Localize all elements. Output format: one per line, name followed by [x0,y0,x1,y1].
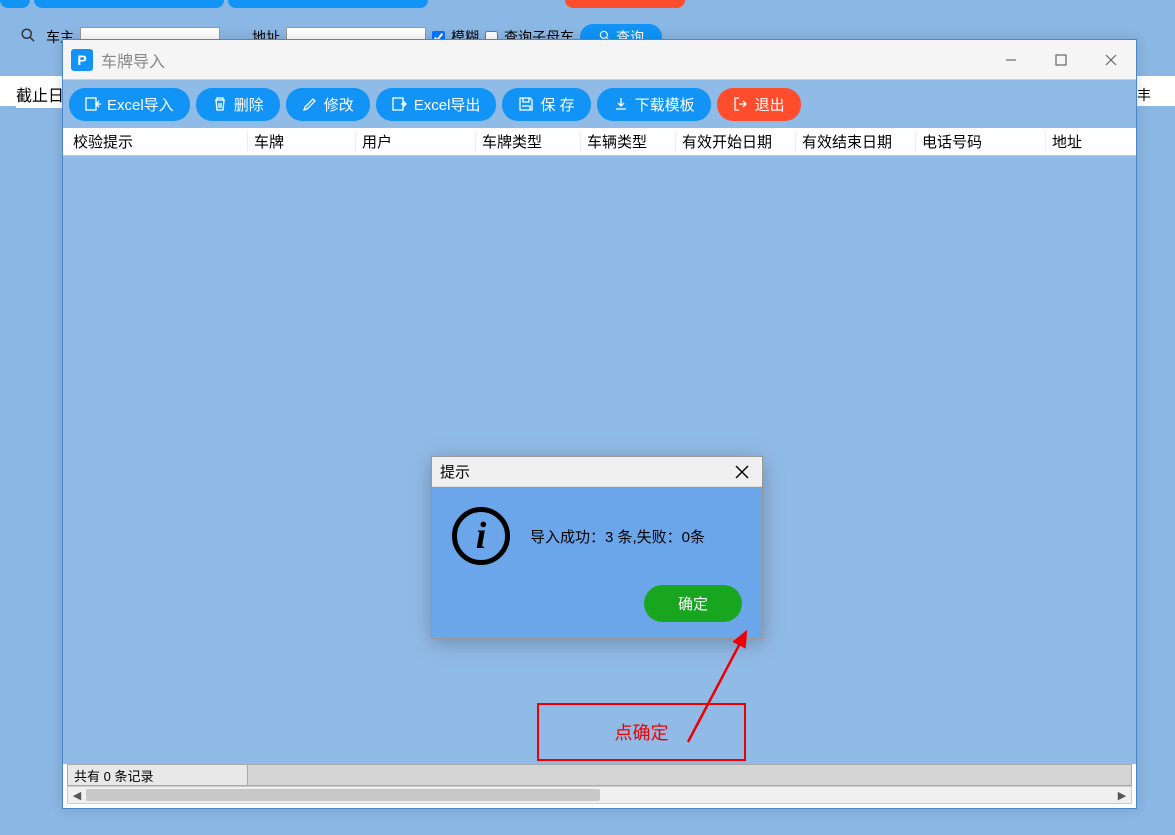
prompt-message: 导入成功：3 条,失败：0条 [530,526,705,547]
excel-export-button[interactable]: Excel导出 [376,88,497,121]
modify-label: 修改 [324,94,354,115]
trash-icon [212,96,228,112]
exit-label: 退出 [755,94,785,115]
prompt-close-button[interactable] [730,460,754,484]
horizontal-scrollbar[interactable]: ◀ ▶ [67,786,1132,804]
excel-export-label: Excel导出 [414,94,481,115]
th-user: 用户 [356,131,476,152]
delete-button[interactable]: 删除 [196,88,280,121]
import-icon [85,96,101,112]
prompt-titlebar: 提示 [432,457,762,487]
prompt-dialog: 提示 i 导入成功：3 条,失败：0条 确定 [431,456,763,639]
exit-icon [733,96,749,112]
search-icon [20,27,40,47]
scroll-thumb[interactable] [86,789,600,801]
exit-button[interactable]: 退出 [717,88,801,121]
scroll-track[interactable] [86,787,1113,803]
scroll-left-arrow[interactable]: ◀ [68,786,86,804]
scroll-right-arrow[interactable]: ▶ [1113,786,1131,804]
save-icon [518,96,534,112]
maximize-button[interactable] [1036,40,1086,80]
dialog-titlebar: P 车牌导入 [63,40,1136,80]
table-header: 校验提示 车牌 用户 车牌类型 车辆类型 有效开始日期 有效结束日期 电话号码 … [63,128,1136,156]
table-body: 提示 i 导入成功：3 条,失败：0条 确定 [63,156,1136,764]
bg-right-marker: 丰 [1137,85,1151,105]
th-address: 地址 [1046,131,1126,152]
edit-icon [302,96,318,112]
th-plate-type: 车牌类型 [476,131,581,152]
annotation-box: 点确定 [537,703,746,761]
info-icon: i [452,507,510,565]
ok-button[interactable]: 确定 [644,585,742,622]
delete-label: 删除 [234,94,264,115]
download-template-button[interactable]: 下载模板 [597,88,711,121]
app-icon: P [71,49,93,71]
minimize-button[interactable] [986,40,1036,80]
dialog-toolbar: Excel导入 删除 修改 Excel导出 保 存 [63,80,1136,128]
license-import-dialog: P 车牌导入 Excel导入 删除 [62,39,1137,809]
ok-button-label: 确定 [678,596,708,613]
th-validation: 校验提示 [63,131,248,152]
record-count: 共有 0 条记录 [68,765,248,785]
th-vehicle-type: 车辆类型 [581,131,676,152]
status-bar: 共有 0 条记录 [67,764,1132,786]
save-button[interactable]: 保 存 [502,88,590,121]
excel-import-label: Excel导入 [107,94,174,115]
close-button[interactable] [1086,40,1136,80]
th-end-date: 有效结束日期 [796,131,916,152]
th-plate: 车牌 [248,131,356,152]
excel-import-button[interactable]: Excel导入 [69,88,190,121]
export-icon [392,96,408,112]
th-start-date: 有效开始日期 [676,131,796,152]
annotation-text: 点确定 [615,719,669,745]
download-icon [613,96,629,112]
prompt-title-text: 提示 [440,461,470,482]
dialog-title: 车牌导入 [101,48,986,72]
download-template-label: 下载模板 [635,94,695,115]
th-phone: 电话号码 [916,131,1046,152]
save-label: 保 存 [540,94,574,115]
modify-button[interactable]: 修改 [286,88,370,121]
cutoff-label: 截止日 [16,80,64,108]
